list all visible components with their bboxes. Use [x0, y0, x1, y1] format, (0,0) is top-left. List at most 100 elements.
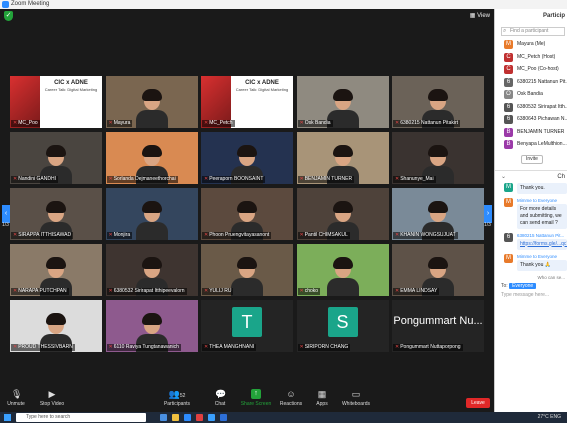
taskbar-search-input[interactable]: Type here to search — [16, 413, 146, 422]
security-shield-icon[interactable]: ✓ — [4, 11, 13, 21]
share-screen-button[interactable]: ↑ Share Screen — [236, 389, 276, 407]
participant-row[interactable]: B Benyapa LeMulthion... — [495, 138, 567, 151]
person-hair — [332, 257, 353, 269]
unmute-button[interactable]: 🎙 Unmute — [0, 389, 36, 407]
video-tile[interactable]: ✕Peeraporn BOONSAINT — [201, 132, 293, 184]
video-tile[interactable]: ✕6380215 Nattanun Pitakirt — [392, 76, 484, 128]
participants-button[interactable]: 👥52 Participants — [157, 389, 197, 407]
mic-muted-icon: ✕ — [395, 232, 400, 238]
unmute-label: Unmute — [7, 401, 25, 407]
video-tile[interactable]: ✕Mayura — [105, 76, 198, 128]
video-tile[interactable]: Pongummart Nu... ✕Pongummart Nuttaporpong — [392, 300, 484, 352]
participant-row[interactable]: 6 6380643 Pichawan N... — [495, 113, 567, 126]
mic-muted-icon: ✕ — [299, 120, 304, 126]
participant-row-name: Mayura (Me) — [517, 41, 546, 47]
mic-muted-icon: ✕ — [395, 176, 400, 182]
find-participant-placeholder: Find a participant — [510, 28, 549, 34]
person-hair — [46, 257, 66, 269]
recipient-select[interactable]: Everyone — [509, 282, 537, 289]
video-tile[interactable]: ✕Monjira — [105, 188, 198, 240]
video-tile[interactable]: CIC x ADNE Career Talk: Digital Marketing… — [201, 76, 293, 128]
whiteboard-icon: ▭ — [351, 389, 361, 399]
participant-video — [325, 256, 361, 296]
participant-row[interactable]: B BENJAMIN TURNER — [495, 126, 567, 139]
participant-name: KHANIN WONGSUJUAT — [400, 232, 456, 238]
message-text: Thank you 🙏 — [517, 259, 567, 271]
message-sender: 6380215 Nattanun Pit... — [517, 232, 565, 238]
chevron-down-icon[interactable]: ⌄ — [501, 171, 506, 183]
video-tile[interactable]: ✕PROUD THESSIVBARN — [10, 300, 102, 352]
side-panel: Particip ⌕ Find a participant M Mayura (Me… — [494, 9, 567, 412]
avatar: T — [232, 307, 262, 337]
participant-row[interactable]: M Mayura (Me) — [495, 38, 567, 51]
stop-video-button[interactable]: ▶ Stop Video — [32, 389, 72, 407]
word-icon[interactable] — [220, 414, 227, 421]
video-tile[interactable]: T ✕THEA MANGHNANI — [201, 300, 293, 352]
who-can-see-link[interactable]: Who can se... — [495, 275, 567, 280]
video-tile[interactable]: S ✕SIRIPORN CHANG — [296, 300, 389, 352]
mic-muted-icon: ✕ — [299, 176, 304, 182]
mic-muted-icon: ✕ — [299, 232, 304, 238]
participant-name: Pantil CHIMSAKUL — [304, 232, 348, 238]
chrome-icon[interactable] — [196, 414, 203, 421]
video-tile[interactable]: ✕SIRAPPA ITTHISAWAD — [10, 188, 102, 240]
view-button[interactable]: ▦ View — [470, 11, 490, 21]
edge-icon[interactable] — [208, 414, 215, 421]
message-sender: Mimme to Everyone — [517, 253, 558, 259]
invite-button[interactable]: Invite — [521, 154, 543, 164]
video-tile[interactable]: ✕KHANIN WONGSUJUAT — [392, 188, 484, 240]
participant-row[interactable]: 6 6380532 Sirirapat Itth... — [495, 101, 567, 114]
video-tile[interactable]: ✕NARAPA PUTCHPAN — [10, 244, 102, 296]
slide-subtitle: Career Talk: Digital Marketing — [44, 87, 98, 92]
video-tile[interactable]: ✕Osk Bandia — [296, 76, 389, 128]
video-tile[interactable]: ✕BENJAMIN TURNER — [296, 132, 389, 184]
person-hair — [237, 145, 257, 157]
video-tile[interactable]: ✕Phoon Pruengvitayasanont — [201, 188, 293, 240]
chat-header: ⌄ Ch — [495, 171, 567, 183]
windows-taskbar: Type here to search 27°C ENG — [0, 412, 567, 423]
video-tile[interactable]: ✕YULIJ RU — [201, 244, 293, 296]
video-tile[interactable]: ✕Shanunye_Mai — [392, 132, 484, 184]
windows-start-icon[interactable] — [4, 414, 11, 421]
participant-row[interactable]: O Osk Bandia — [495, 88, 567, 101]
mic-muted-icon: ✕ — [13, 288, 18, 294]
participants-panel-title: Particip — [542, 13, 565, 19]
video-tile[interactable]: ✕choko — [296, 244, 389, 296]
prev-page-icon[interactable]: ‹ — [2, 205, 10, 223]
whiteboards-button[interactable]: ▭ Whiteboards — [336, 389, 376, 407]
participant-name: 6380532 Sirirapat Itthipeevalorn — [113, 288, 185, 294]
participant-name-label: ✕6380532 Sirirapat Itthipeevalorn — [106, 288, 187, 295]
participant-name-label: ✕PROUD THESSIVBARN — [11, 344, 75, 351]
chat-messages: M Thank you. M Mimme to Everyone For more de… — [495, 182, 567, 271]
video-tile[interactable]: ✕Nandini GANDHI — [10, 132, 102, 184]
chat-message-input[interactable]: Type message here... — [501, 292, 565, 298]
search-icon: ⌕ — [503, 28, 507, 34]
find-participant-input[interactable]: ⌕ Find a participant — [501, 27, 565, 36]
video-tile[interactable]: ✕6110 Raviya Tungtanawanich — [105, 300, 198, 352]
participant-name: 6110 Raviya Tungtanawanich — [113, 344, 179, 350]
video-tile[interactable]: CIC x ADNE Career Talk: Digital Marketing… — [10, 76, 102, 128]
video-tile[interactable]: ✕Pantil CHIMSAKUL — [296, 188, 389, 240]
participant-name-label: ✕6110 Raviya Tungtanawanich — [106, 344, 181, 351]
participant-row[interactable]: C MC_Poo (Co-host) — [495, 63, 567, 76]
video-tile[interactable]: ✕6380532 Sirirapat Itthipeevalorn — [105, 244, 198, 296]
file-explorer-icon[interactable] — [172, 414, 179, 421]
video-tile[interactable]: ✕Sorlanda Dejmaneethorchai — [105, 132, 198, 184]
participant-avatar: C — [504, 52, 513, 62]
chat-button[interactable]: 💬 Chat — [200, 389, 240, 407]
slide-title: CIC x ADNE — [54, 80, 88, 86]
chat-message: M Mimme to Everyone Thank you 🙏 — [495, 253, 567, 271]
task-view-icon[interactable] — [160, 414, 167, 421]
participant-row-name: MC_Poo (Co-host) — [517, 66, 559, 72]
chat-panel-title: Ch — [557, 173, 565, 180]
participant-row[interactable]: C MC_Petch (Host) — [495, 51, 567, 64]
leave-button[interactable]: Leave — [466, 398, 490, 408]
message-text[interactable]: https://forms.gle/...qc7 — [517, 238, 567, 250]
participant-row[interactable]: 6 6380215 Nattanun Pit... — [495, 76, 567, 89]
zoom-taskbar-icon[interactable] — [184, 414, 191, 421]
participant-avatar: B — [504, 140, 513, 149]
participant-video — [134, 88, 170, 128]
participant-avatar: C — [504, 65, 513, 74]
video-tile[interactable]: ✕EMMA LINDSAY — [392, 244, 484, 296]
next-page-icon[interactable]: › — [484, 205, 492, 223]
